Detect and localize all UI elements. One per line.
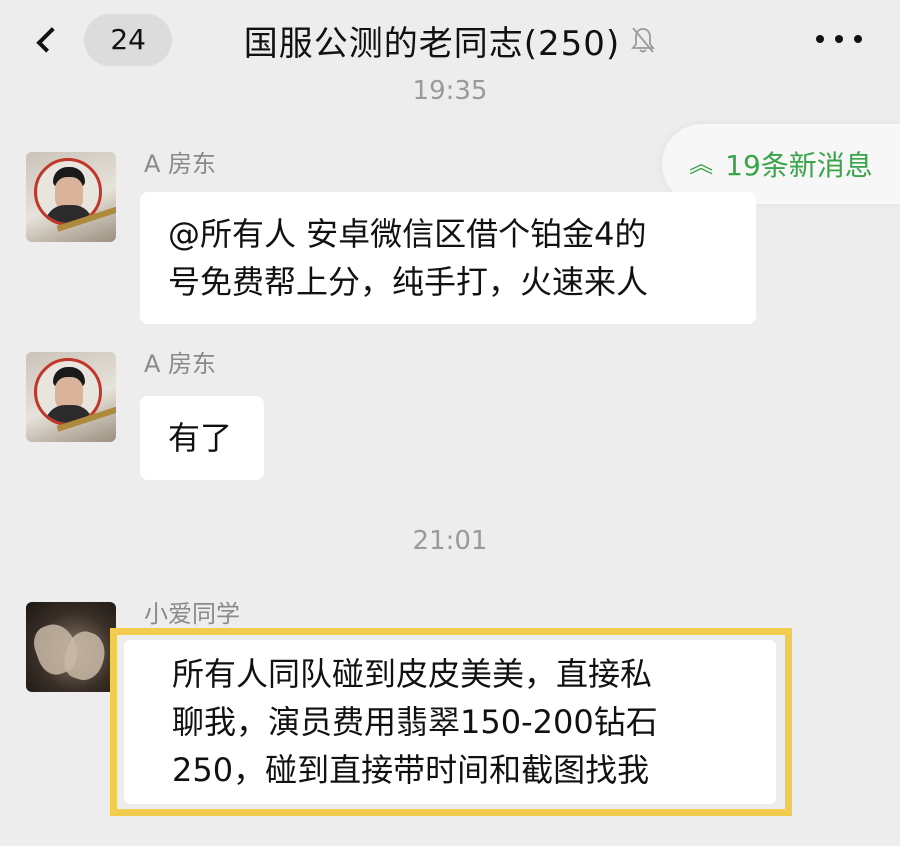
message-text: 250，碰到直接带时间和截图找我 — [172, 751, 650, 789]
new-messages-label: 19条新消息 — [725, 149, 873, 182]
message-text: 所有人同队碰到皮皮美美，直接私 — [172, 655, 653, 693]
back-button[interactable]: 24 — [22, 12, 172, 68]
sender-name: 小爱同学 — [144, 600, 240, 628]
message-bubble[interactable]: 所有人同队碰到皮皮美美，直接私 聊我，演员费用翡翠150-200钻石 250，碰… — [124, 640, 776, 804]
double-chevron-up-icon: ︽ — [689, 150, 714, 178]
more-dots-icon[interactable] — [816, 32, 862, 46]
dot — [854, 35, 862, 43]
chat-header: 24 国服公测的老同志(250) — [0, 0, 900, 80]
avatar[interactable] — [26, 152, 116, 242]
sender-name: A 房东 — [144, 350, 217, 378]
message-bubble[interactable]: 有了 — [140, 396, 264, 480]
sender-name: A 房东 — [144, 150, 217, 178]
message-text: @所有人 安卓微信区借个铂金4的 — [168, 215, 647, 253]
avatar[interactable] — [26, 352, 116, 442]
message-text: 号免费帮上分，纯手打，火速来人 — [168, 263, 649, 301]
avatar[interactable] — [26, 602, 116, 692]
chat-title: 国服公测的老同志(250) — [243, 23, 621, 64]
timestamp: 19:35 — [412, 78, 488, 106]
message-bubble[interactable]: @所有人 安卓微信区借个铂金4的 号免费帮上分，纯手打，火速来人 — [140, 192, 756, 324]
message-text: 聊我，演员费用翡翠150-200钻石 — [172, 703, 658, 741]
dot — [816, 35, 824, 43]
message-text: 有了 — [168, 419, 233, 457]
unread-count-badge: 24 — [84, 14, 172, 66]
chevron-left-icon — [36, 27, 63, 53]
dot — [835, 35, 843, 43]
timestamp: 21:01 — [412, 526, 488, 556]
bell-slash-icon — [631, 27, 656, 53]
chat-screen: 24 国服公测的老同志(250) 19:35 ︽ 19条新消息 A 房东 @所有… — [0, 0, 900, 846]
